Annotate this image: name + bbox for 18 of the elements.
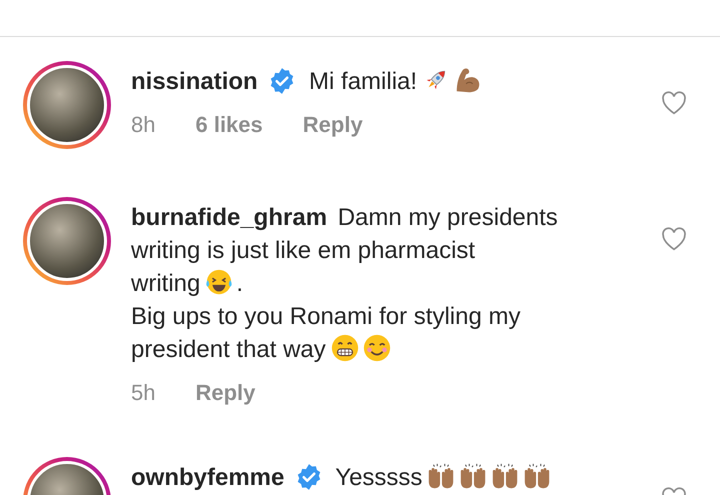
username[interactable]: nissination: [131, 68, 258, 95]
smiling-face-icon: [362, 333, 392, 363]
comment-text: .: [236, 270, 244, 297]
grinning-face-icon: [330, 333, 360, 363]
laughing-face-icon: [204, 267, 234, 297]
comment-text: Big ups to you Ronami for styling my: [131, 303, 520, 330]
comment-text: president that way: [131, 336, 326, 363]
username[interactable]: ownbyfemme: [131, 464, 284, 491]
like-icon[interactable]: [661, 227, 687, 251]
comment-time: 8h: [131, 111, 156, 139]
like-icon[interactable]: [661, 91, 687, 115]
comment-text: Damn my presidents: [338, 204, 558, 231]
comment-text: writing: [131, 270, 200, 297]
comment-time: 5h: [131, 379, 156, 407]
username[interactable]: burnafide_ghram: [131, 204, 328, 231]
comment-text: writing is just like em pharmacist: [131, 237, 476, 264]
comment-text: Yesssss: [335, 464, 422, 491]
comment-text: Mi familia!: [309, 68, 418, 95]
